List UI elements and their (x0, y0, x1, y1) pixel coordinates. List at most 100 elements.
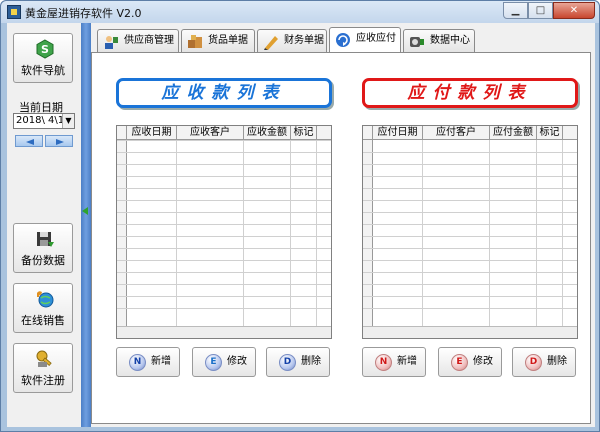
left-nav: S 软件导航 当前日期 2018\ 4\1( ▼ 备份数据 在线销售 软件注册 (7, 23, 79, 427)
collapse-arrow-icon[interactable] (82, 207, 88, 215)
date-picker[interactable]: 2018\ 4\1( ▼ (13, 113, 75, 129)
tab-finance-docs-label: 财务单据 (284, 35, 324, 46)
app-icon (7, 5, 21, 19)
add-label: 新增 (151, 356, 171, 367)
row-divider (117, 296, 331, 297)
row-indicator-header (363, 126, 373, 140)
row-divider (363, 260, 577, 261)
edit-key-icon: E (451, 354, 468, 371)
window-controls: ▁ □ ✕ (503, 2, 595, 20)
client-area: S 软件导航 当前日期 2018\ 4\1( ▼ 备份数据 在线销售 软件注册 … (7, 23, 595, 427)
row-divider (117, 284, 331, 285)
row-divider (117, 260, 331, 261)
receivable-payable-panel: 应收款列表 应付款列表 应收日期 应收客户 应收金额 标记 应付日期 应付客户 … (91, 52, 591, 424)
app-window: 黄金屋进销存软件 V2.0 ▁ □ ✕ S 软件导航 当前日期 2018\ 4\… (0, 0, 600, 432)
window-title: 黄金屋进销存软件 V2.0 (25, 7, 142, 20)
row-divider (363, 200, 577, 201)
row-divider (117, 212, 331, 213)
edit-label: 修改 (473, 356, 493, 367)
tab-supplier[interactable]: 供应商管理 (97, 29, 179, 53)
tab-finance-docs[interactable]: 财务单据 (257, 29, 327, 53)
row-divider (363, 152, 577, 153)
payable-table-body[interactable] (363, 140, 577, 338)
row-divider (363, 236, 577, 237)
row-divider (117, 164, 331, 165)
row-divider (363, 224, 577, 225)
edit-label: 修改 (227, 356, 247, 367)
nav-guide-label: 软件导航 (21, 64, 65, 77)
col-payable-mark[interactable]: 标记 (537, 126, 563, 140)
delete-label: 删除 (301, 356, 321, 367)
row-divider (363, 284, 577, 285)
row-divider (117, 200, 331, 201)
row-divider (363, 272, 577, 273)
payable-edit-button[interactable]: E 修改 (438, 347, 502, 377)
tab-receivable-payable-label: 应收应付 (356, 33, 396, 44)
receivable-add-button[interactable]: N 新增 (116, 347, 180, 377)
backup-data-button[interactable]: 备份数据 (13, 223, 73, 273)
row-divider (117, 308, 331, 309)
tab-goods-docs-label: 货品单据 (208, 35, 248, 46)
row-divider (117, 236, 331, 237)
svg-text:S: S (41, 43, 49, 56)
horizontal-scrollbar[interactable] (363, 326, 577, 338)
backup-data-label: 备份数据 (21, 254, 65, 267)
receivable-table-body[interactable] (117, 140, 331, 338)
row-divider (363, 188, 577, 189)
row-divider (363, 164, 577, 165)
row-divider (117, 224, 331, 225)
receivable-banner: 应收款列表 (116, 78, 332, 108)
col-payable-date[interactable]: 应付日期 (373, 126, 423, 140)
delete-label: 删除 (547, 356, 567, 367)
register-label: 软件注册 (21, 374, 65, 387)
next-date-button[interactable] (45, 135, 73, 147)
row-divider (363, 248, 577, 249)
row-divider (117, 188, 331, 189)
nav-guide-button[interactable]: S 软件导航 (13, 33, 73, 83)
col-payable-amount[interactable]: 应付金额 (490, 126, 537, 140)
payable-delete-button[interactable]: D 删除 (512, 347, 576, 377)
row-divider (363, 176, 577, 177)
data-center-icon (410, 37, 424, 47)
panel-splitter[interactable] (81, 23, 91, 427)
online-sales-button[interactable]: 在线销售 (13, 283, 73, 333)
online-sales-label: 在线销售 (21, 314, 65, 327)
col-receivable-mark[interactable]: 标记 (291, 126, 317, 140)
software-nav-icon: S (36, 39, 54, 59)
horizontal-scrollbar[interactable] (117, 326, 331, 338)
minimize-button[interactable]: ▁ (503, 2, 528, 19)
supplier-icon (105, 36, 118, 49)
tab-receivable-payable[interactable]: 应收应付 (329, 27, 401, 53)
maximize-button[interactable]: □ (528, 2, 553, 19)
receivable-table[interactable]: 应收日期 应收客户 应收金额 标记 (116, 125, 332, 339)
payable-table[interactable]: 应付日期 应付客户 应付金额 标记 (362, 125, 578, 339)
receivable-icon (336, 33, 350, 47)
tab-goods-docs[interactable]: 货品单据 (181, 29, 255, 53)
tab-data-center[interactable]: 数据中心 (403, 29, 475, 53)
receivable-delete-button[interactable]: D 删除 (266, 347, 330, 377)
col-receivable-amount[interactable]: 应收金额 (244, 126, 291, 140)
delete-key-icon: D (525, 354, 542, 371)
receivable-edit-button[interactable]: E 修改 (192, 347, 256, 377)
globe-phone-icon (37, 291, 54, 308)
register-button[interactable]: 软件注册 (13, 343, 73, 393)
col-receivable-customer[interactable]: 应收客户 (177, 126, 244, 140)
row-divider (363, 296, 577, 297)
edit-key-icon: E (205, 354, 222, 371)
close-button[interactable]: ✕ (553, 2, 595, 19)
date-value: 2018\ 4\1( (16, 115, 68, 126)
row-divider (117, 272, 331, 273)
payable-table-header: 应付日期 应付客户 应付金额 标记 (363, 126, 577, 140)
row-divider (363, 308, 577, 309)
row-divider (117, 248, 331, 249)
payable-add-button[interactable]: N 新增 (362, 347, 426, 377)
col-receivable-date[interactable]: 应收日期 (127, 126, 177, 140)
prev-date-button[interactable] (15, 135, 43, 147)
date-nav-arrows (15, 135, 73, 147)
chevron-down-icon[interactable]: ▼ (62, 114, 74, 128)
floppy-disk-icon (37, 232, 54, 247)
key-icon (36, 350, 52, 367)
col-payable-customer[interactable]: 应付客户 (423, 126, 490, 140)
row-divider (363, 212, 577, 213)
tab-supplier-label: 供应商管理 (124, 35, 174, 46)
